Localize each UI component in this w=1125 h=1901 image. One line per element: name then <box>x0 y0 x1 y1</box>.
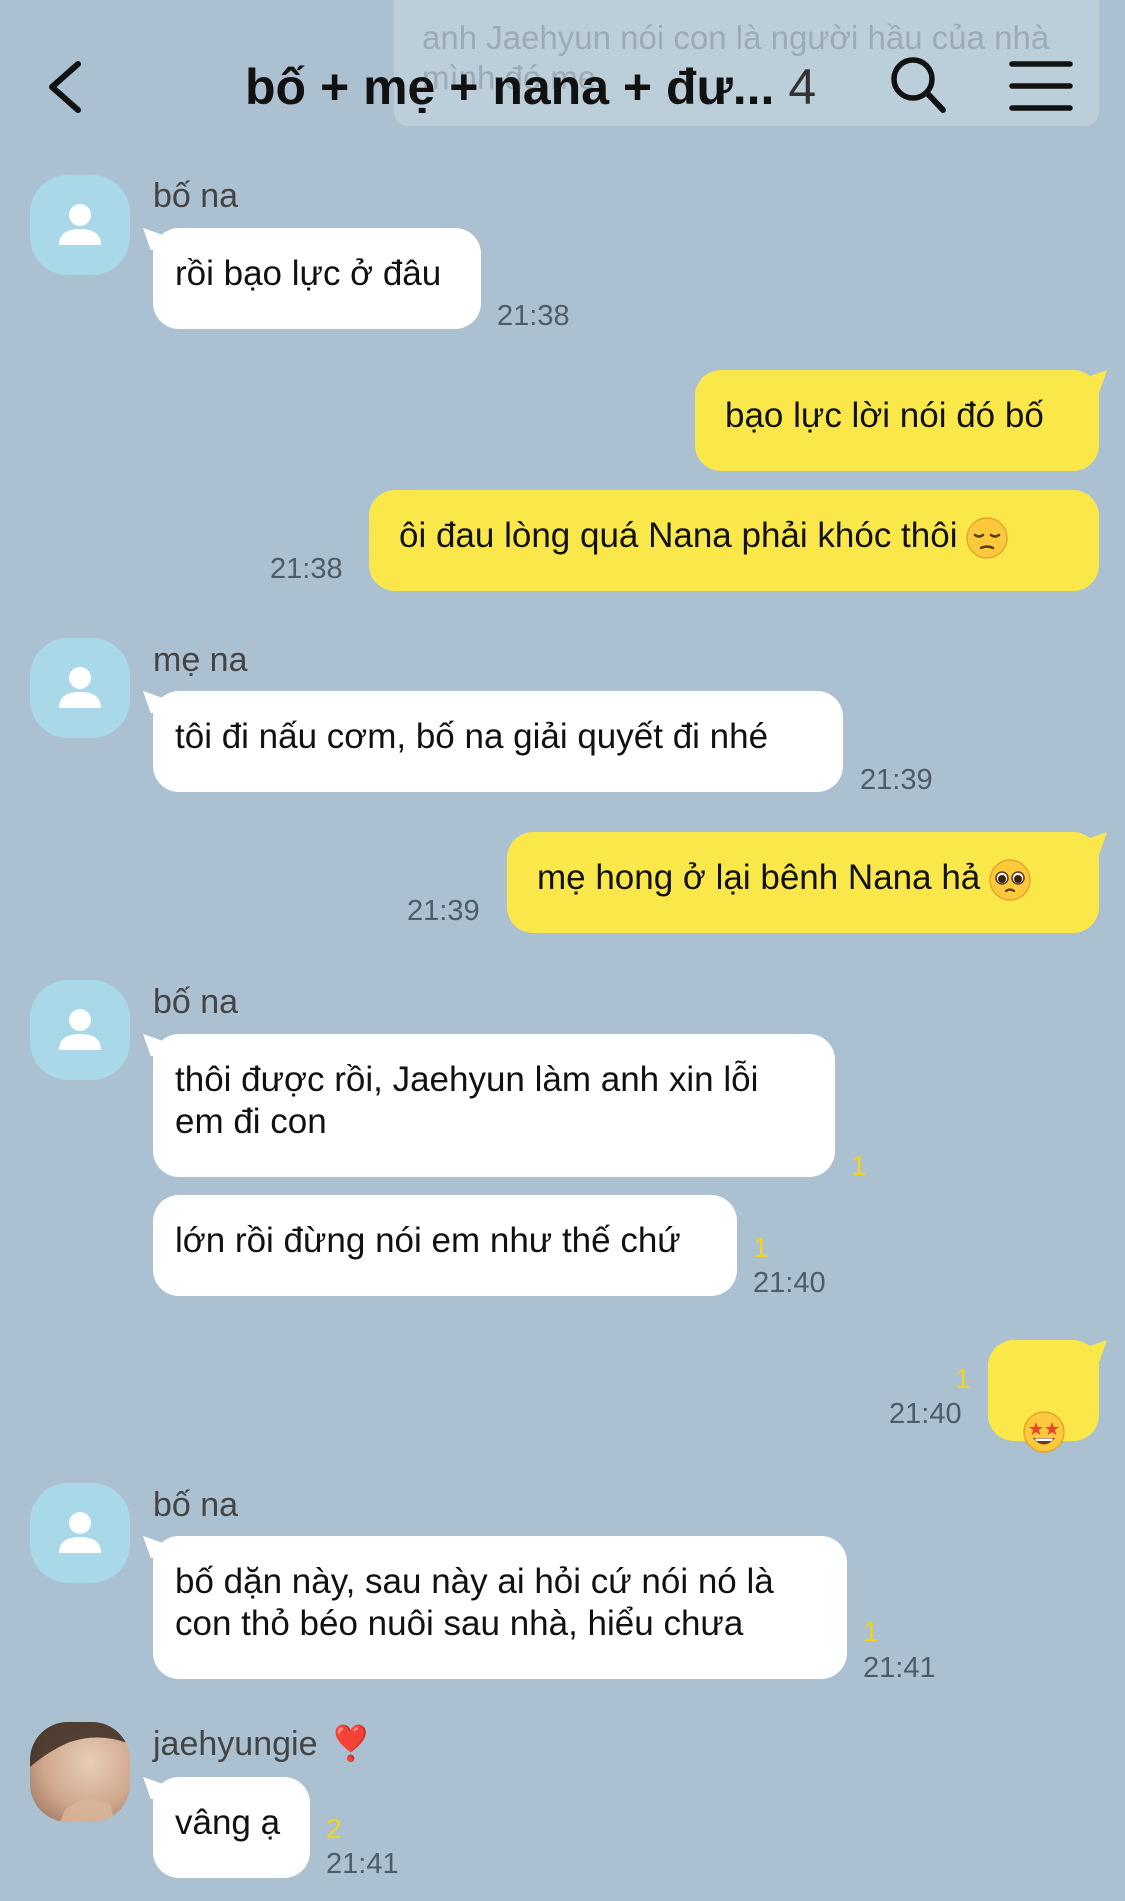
default-person-icon <box>59 667 101 708</box>
avatar[interactable] <box>30 638 130 738</box>
chat-header: bố + mẹ + nana + đư... 4 <box>0 0 1125 170</box>
default-person-icon <box>59 1512 101 1553</box>
message-bubble[interactable]: ôi đau lòng quá Nana phải khóc thôi <box>369 490 1099 591</box>
message-bubble[interactable]: bố dặn này, sau này ai hỏi cứ nói nó là … <box>153 1536 847 1679</box>
sender-name: jaehyungie ❣️ <box>153 1724 372 1764</box>
message-bubble[interactable] <box>988 1340 1099 1453</box>
sender-name: mẹ na <box>153 641 248 679</box>
sender-name: bố na <box>153 1486 239 1524</box>
member-count: 4 <box>788 59 817 115</box>
pensive-face-emoji <box>966 517 1009 559</box>
sender-name-text: jaehyungie <box>153 1725 318 1763</box>
message-bubble[interactable]: bạo lực lời nói đó bố <box>695 370 1099 471</box>
search-button[interactable] <box>888 52 948 118</box>
unread-count: 1 <box>955 1363 971 1394</box>
message-bubble[interactable]: thôi được rồi, Jaehyun làm anh xin lỗi e… <box>153 1034 835 1177</box>
hamburger-menu-icon <box>1009 61 1073 111</box>
message-time: 21:38 <box>497 300 570 332</box>
message-bubble[interactable]: vâng ạ <box>153 1777 310 1878</box>
sender-name: bố na <box>153 983 239 1021</box>
message-bubble[interactable]: lớn rồi đừng nói em như thế chứ <box>153 1195 737 1296</box>
message-time: 21:40 <box>889 1398 962 1430</box>
profile-photo <box>30 1722 130 1822</box>
message-text: mẹ hong ở lại bênh Nana hả <box>537 858 981 897</box>
message-bubble[interactable]: tôi đi nấu cơm, bố na giải quyết đi nhé <box>153 691 843 792</box>
star-struck-emoji <box>1022 1411 1065 1453</box>
message-text: ôi đau lòng quá Nana phải khóc thôi <box>399 516 958 555</box>
message-time: 21:41 <box>326 1848 399 1880</box>
message-bubble[interactable]: rồi bạo lực ở đâu <box>153 228 481 329</box>
message-time: 21:39 <box>860 764 933 796</box>
heart-exclamation-icon: ❣️ <box>329 1725 372 1763</box>
unread-count: 1 <box>851 1150 867 1181</box>
message-time: 21:41 <box>863 1652 936 1684</box>
message-time: 21:39 <box>407 895 480 927</box>
message-bubble[interactable]: mẹ hong ở lại bênh Nana hả <box>507 832 1099 933</box>
unread-count: 1 <box>863 1616 879 1647</box>
sender-name: bố na <box>153 177 239 215</box>
message-time: 21:40 <box>753 1267 826 1299</box>
avatar[interactable] <box>30 1483 130 1583</box>
avatar[interactable] <box>30 1722 130 1822</box>
bubble-tail <box>1085 1340 1107 1362</box>
default-person-icon <box>59 204 101 245</box>
avatar[interactable] <box>30 175 130 275</box>
avatar[interactable] <box>30 980 130 1080</box>
back-button[interactable] <box>40 52 90 122</box>
bubble-tail <box>1085 832 1107 854</box>
chevron-left-icon <box>49 61 81 113</box>
search-icon <box>891 57 946 113</box>
chat-title[interactable]: bố + mẹ + nana + đư... 4 <box>245 52 816 122</box>
message-time: 21:38 <box>270 553 343 585</box>
unread-count: 1 <box>753 1232 769 1263</box>
unread-count: 2 <box>326 1813 342 1844</box>
bubble-tail <box>1085 370 1107 392</box>
menu-button[interactable] <box>1008 58 1074 114</box>
pleading-face-emoji <box>989 859 1032 901</box>
default-person-icon <box>59 1009 101 1050</box>
chat-title-text: bố + mẹ + nana + đư... <box>245 59 775 115</box>
